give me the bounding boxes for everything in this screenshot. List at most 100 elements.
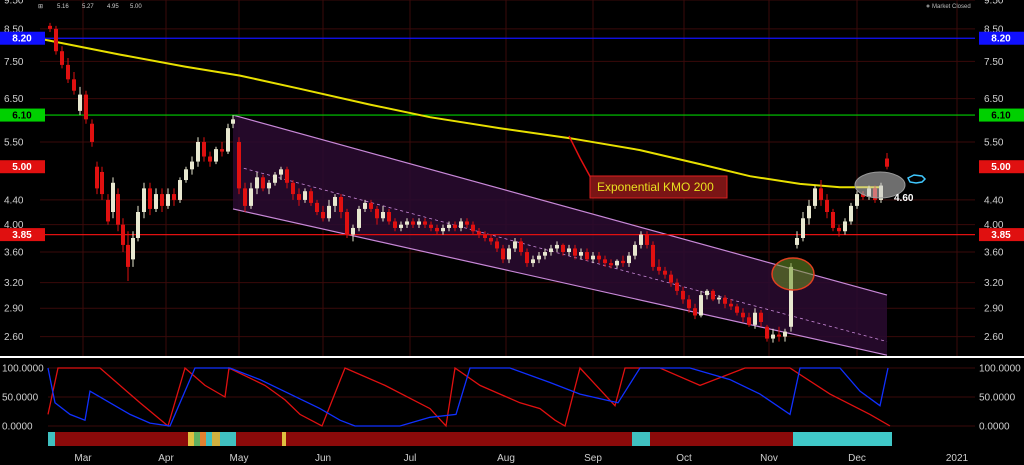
ohlc-open: 5.16 (57, 4, 69, 10)
candle-body (627, 255, 631, 264)
heat-segment (188, 432, 194, 446)
candle-body (837, 227, 841, 232)
candle-body (633, 244, 637, 256)
osc-tick-right: 0.0000 (979, 422, 1010, 433)
price-tag-text: 6.10 (991, 111, 1011, 122)
candle-body (267, 182, 271, 189)
candle-body (106, 199, 110, 222)
candle-body (375, 208, 379, 219)
candle-body (489, 237, 493, 242)
candle-body (321, 212, 325, 219)
x-tick: Apr (158, 453, 174, 464)
ohlc-high: 5.27 (82, 4, 94, 10)
candle-body (166, 194, 170, 206)
candle-body (747, 317, 751, 325)
candle-body (148, 188, 152, 209)
candle (226, 123, 230, 155)
candle (849, 202, 853, 225)
price-tag-text: 6.10 (12, 111, 32, 122)
price-tag-text: 3.85 (12, 230, 32, 241)
candle-body (303, 191, 307, 200)
y-tick-right: 2.60 (984, 332, 1004, 343)
candle-body (795, 237, 799, 245)
candle-body (651, 244, 655, 267)
candle (831, 208, 835, 232)
candle-body (681, 290, 685, 300)
candle-body (819, 188, 823, 200)
x-tick: Mar (74, 453, 92, 464)
candle-body (393, 221, 397, 228)
candle (813, 185, 817, 209)
y-tick-right: 9.50 (984, 0, 1004, 7)
crosshair-icon[interactable]: ⊞ (38, 4, 43, 10)
candle-body (351, 227, 355, 235)
candle-body (423, 221, 427, 225)
candle-body (783, 331, 787, 337)
candle-body (549, 248, 553, 253)
candle-body (220, 149, 224, 152)
candle-body (579, 252, 583, 256)
breakout-highlight (771, 257, 815, 291)
candle-body (184, 169, 188, 181)
candle (711, 289, 715, 302)
candle-body (327, 205, 331, 219)
x-tick: May (230, 453, 249, 464)
candle-body (255, 177, 259, 189)
candle-body (84, 94, 88, 120)
heat-segment (650, 432, 793, 446)
candle-body (226, 128, 230, 152)
osc-tick-left: 100.0000 (2, 364, 44, 375)
candle-body (567, 248, 571, 253)
candle-body (291, 182, 295, 195)
candle-body (645, 234, 649, 245)
heat-segment (212, 432, 220, 446)
candle-body (765, 326, 769, 339)
ohlc-low: 4.95 (107, 4, 119, 10)
osc-tick-right: 100.0000 (979, 364, 1021, 375)
candle-body (507, 248, 511, 260)
candle-body (495, 241, 499, 249)
candle (214, 146, 218, 165)
y-tick-left: 7.50 (4, 57, 24, 68)
x-tick: Aug (497, 453, 515, 464)
candle-body (723, 297, 727, 304)
x-tick: 2021 (946, 453, 969, 464)
candle-body (60, 51, 64, 65)
candle-body (663, 270, 667, 275)
candle-body (675, 282, 679, 291)
candle-body (243, 188, 247, 206)
candle-body (315, 202, 319, 213)
candle-body (525, 252, 529, 264)
candle-body (369, 202, 373, 209)
candle-body (172, 194, 176, 200)
last-value-label: 4.60 (894, 193, 914, 204)
candle-body (771, 334, 775, 339)
candle-body (381, 212, 385, 219)
candle-body (561, 244, 565, 253)
candle-body (131, 237, 135, 260)
ema-label: Exponential KMO 200 (597, 180, 714, 194)
x-tick: Dec (848, 453, 866, 464)
candle-body (753, 312, 757, 325)
candle-body (273, 174, 277, 183)
candle-body (477, 231, 481, 235)
candle-body (154, 194, 158, 209)
heat-segment (200, 432, 206, 446)
y-tick-right: 5.50 (984, 137, 1004, 148)
candle-body (121, 224, 125, 245)
candle-body (699, 295, 703, 316)
candle-body (100, 171, 104, 195)
price-tag-text: 8.20 (991, 34, 1011, 45)
y-tick-left: 3.20 (4, 278, 24, 289)
candle-body (208, 156, 212, 162)
y-tick-right: 7.50 (984, 57, 1004, 68)
candle-body (693, 308, 697, 316)
candle-body (116, 194, 120, 225)
candle-body (825, 199, 829, 213)
candle-body (196, 141, 200, 162)
candle-body (459, 221, 463, 228)
candle-body (339, 196, 343, 213)
y-tick-left: 2.60 (4, 332, 24, 343)
candle-body (72, 79, 76, 91)
heat-segment (632, 432, 650, 446)
